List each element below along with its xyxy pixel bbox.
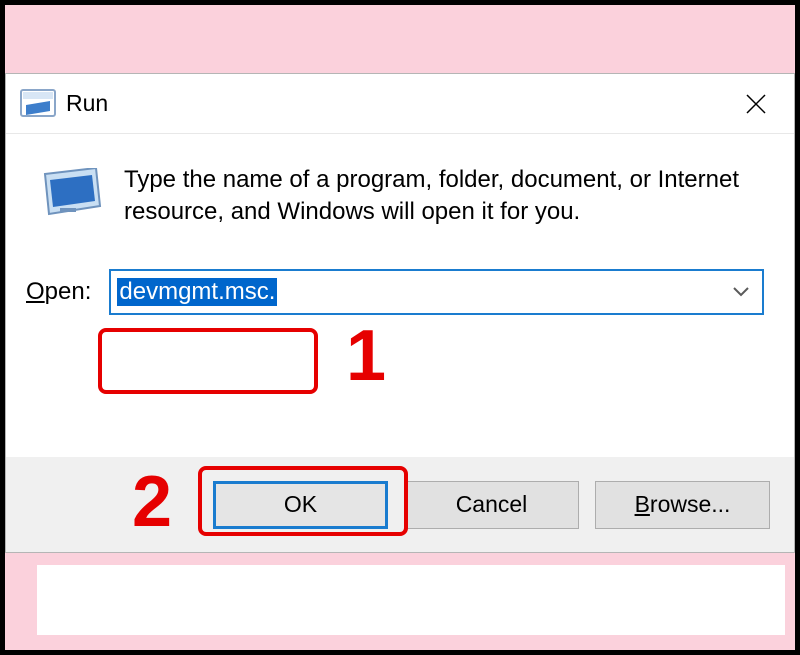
description-text: Type the name of a program, folder, docu… (124, 164, 764, 229)
chevron-down-icon (732, 286, 750, 298)
open-input-value: devmgmt.msc. (117, 278, 277, 306)
close-icon (745, 93, 767, 115)
ok-button[interactable]: OK (213, 481, 388, 529)
annotation-box-1 (98, 328, 318, 394)
cancel-button[interactable]: Cancel (404, 481, 579, 529)
close-button[interactable] (726, 79, 786, 129)
open-row: Open: devmgmt.msc. (26, 269, 764, 315)
annotation-number-1: 1 (346, 320, 386, 392)
dialog-body: Type the name of a program, folder, docu… (6, 134, 794, 315)
run-large-icon (40, 168, 102, 220)
open-label: Open: (26, 278, 91, 306)
description-row: Type the name of a program, folder, docu… (36, 164, 764, 229)
window-title: Run (66, 90, 726, 117)
button-bar: OK Cancel Browse... (6, 457, 794, 552)
titlebar: Run (6, 74, 794, 134)
background-strip (37, 565, 785, 635)
browse-button[interactable]: Browse... (595, 481, 770, 529)
run-app-icon (20, 87, 56, 121)
open-combobox[interactable]: devmgmt.msc. (109, 269, 764, 315)
run-dialog: Run Type the name of a program, folder, … (5, 73, 795, 553)
